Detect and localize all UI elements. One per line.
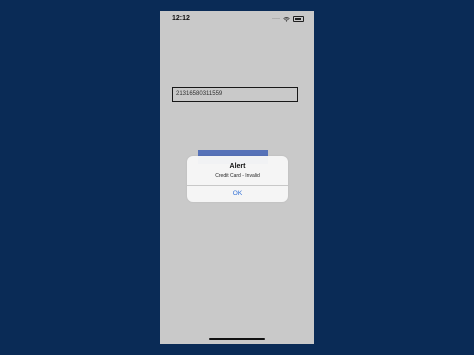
alert-dialog: Alert Credit Card - Invalid OK (187, 156, 288, 202)
home-indicator[interactable] (209, 338, 265, 340)
alert-title: Alert (229, 163, 246, 170)
alert-message: Credit Card - Invalid (215, 173, 260, 179)
phone-screen: 12:12 ···· Alert Credit Card - Invalid O… (160, 11, 314, 344)
alert-ok-button[interactable]: OK (187, 186, 288, 202)
